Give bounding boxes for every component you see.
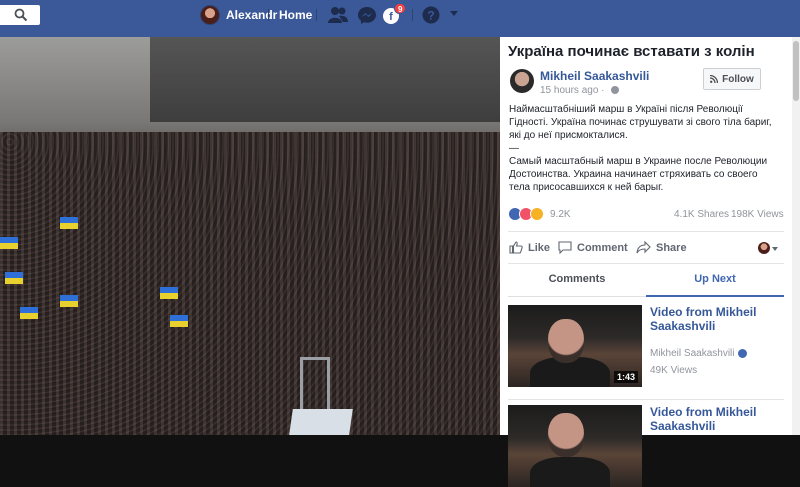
description-ukrainian: Наймасштабніший марш в Україні після Рев…	[509, 104, 772, 141]
user-name[interactable]: Alexandr	[226, 8, 277, 22]
thumbnail-figure	[530, 457, 610, 487]
video-frame-crowd-texture	[0, 132, 500, 435]
tab-comments[interactable]: Comments	[508, 273, 646, 285]
active-tab-indicator	[646, 295, 784, 297]
chevron-down-icon[interactable]	[772, 247, 778, 251]
share-button[interactable]: Share	[636, 241, 687, 254]
flag-image	[0, 237, 18, 249]
thumbnail-face	[548, 413, 584, 457]
flag-image	[20, 307, 38, 319]
follow-button[interactable]: Follow	[703, 68, 761, 90]
flag-image	[5, 272, 23, 284]
video-duration: 1:43	[613, 371, 638, 383]
video-thumbnail[interactable]: 1:43	[508, 305, 642, 387]
flag-image	[60, 295, 78, 307]
post-timestamp[interactable]: 15 hours ago ·	[540, 85, 620, 96]
timestamp-text[interactable]: 15 hours ago ·	[540, 85, 607, 96]
author-link[interactable]: Mikheil Saakashvili	[540, 69, 649, 83]
divider	[412, 9, 413, 21]
like-label[interactable]: Like	[528, 242, 550, 254]
header-strip	[0, 30, 800, 37]
comment-icon	[558, 241, 572, 254]
scrollbar[interactable]	[792, 37, 800, 435]
scrollbar-thumb[interactable]	[793, 41, 799, 101]
video-frame-building	[150, 37, 500, 122]
shares-count[interactable]: 4.1K Shares	[674, 209, 729, 220]
thumbnail-face	[548, 319, 584, 363]
globe-icon	[611, 86, 620, 95]
divider	[316, 9, 317, 21]
avatar[interactable]	[200, 5, 220, 25]
rss-icon	[710, 75, 719, 83]
divider	[508, 263, 784, 264]
up-next-title[interactable]: Video from Mikheil Saakashvili	[650, 305, 780, 333]
share-as-avatar[interactable]	[758, 242, 770, 254]
video-thumbnail[interactable]	[508, 405, 642, 487]
messenger-icon[interactable]	[357, 5, 377, 25]
like-button[interactable]: Like	[509, 241, 550, 254]
flag-image	[60, 217, 78, 229]
comment-button[interactable]: Comment	[558, 241, 628, 254]
flag-image	[160, 287, 178, 299]
share-icon	[636, 241, 651, 254]
post-panel: Україна починає вставати з колін Mikheil…	[500, 37, 800, 487]
divider	[268, 9, 269, 21]
profile-link[interactable]: Alexandr	[200, 4, 277, 26]
up-next-author[interactable]: Mikheil Saakashvili	[650, 348, 748, 359]
flag-image	[170, 315, 188, 327]
top-navigation-bar: Alexandr Home f 9 ?	[0, 0, 800, 30]
notification-badge: 9	[394, 3, 407, 14]
reactions-count[interactable]: 9.2K	[550, 209, 571, 220]
home-link[interactable]: Home	[279, 8, 312, 22]
svg-text:?: ?	[427, 9, 434, 23]
share-label[interactable]: Share	[656, 242, 687, 254]
up-next-views: 49K Views	[650, 365, 698, 376]
friend-requests-icon[interactable]	[327, 5, 349, 25]
divider	[508, 399, 784, 400]
follow-label[interactable]: Follow	[722, 74, 754, 85]
search-box[interactable]	[0, 5, 40, 25]
views-count: 198K Views	[731, 209, 784, 220]
up-next-author-name[interactable]: Mikheil Saakashvili	[650, 348, 734, 359]
video-frame-stage	[287, 409, 353, 435]
svg-text:f: f	[389, 11, 393, 23]
verified-icon	[738, 349, 748, 358]
help-icon[interactable]: ?	[421, 5, 441, 25]
divider	[508, 231, 784, 232]
comment-label[interactable]: Comment	[577, 242, 628, 254]
description-russian: Самый масштабный марш в Украине после Ре…	[509, 156, 768, 193]
author-avatar[interactable]	[510, 69, 534, 93]
description-separator: —	[509, 143, 519, 154]
post-description: Наймасштабніший марш в Україні після Рев…	[509, 103, 779, 194]
up-next-title[interactable]: Video from Mikheil Saakashvili	[650, 405, 780, 433]
tab-up-next[interactable]: Up Next	[646, 273, 784, 285]
reactions-bar: 9.2K 4.1K Shares 198K Views	[508, 207, 784, 223]
post-title: Україна починає вставати з колін	[508, 43, 755, 60]
account-menu-caret-icon[interactable]	[450, 11, 458, 16]
video-player[interactable]	[0, 37, 500, 435]
thumbs-up-icon	[509, 241, 523, 254]
wow-reaction-icon[interactable]	[530, 207, 544, 221]
video-frame-structure	[300, 357, 330, 412]
search-icon[interactable]	[14, 8, 28, 22]
